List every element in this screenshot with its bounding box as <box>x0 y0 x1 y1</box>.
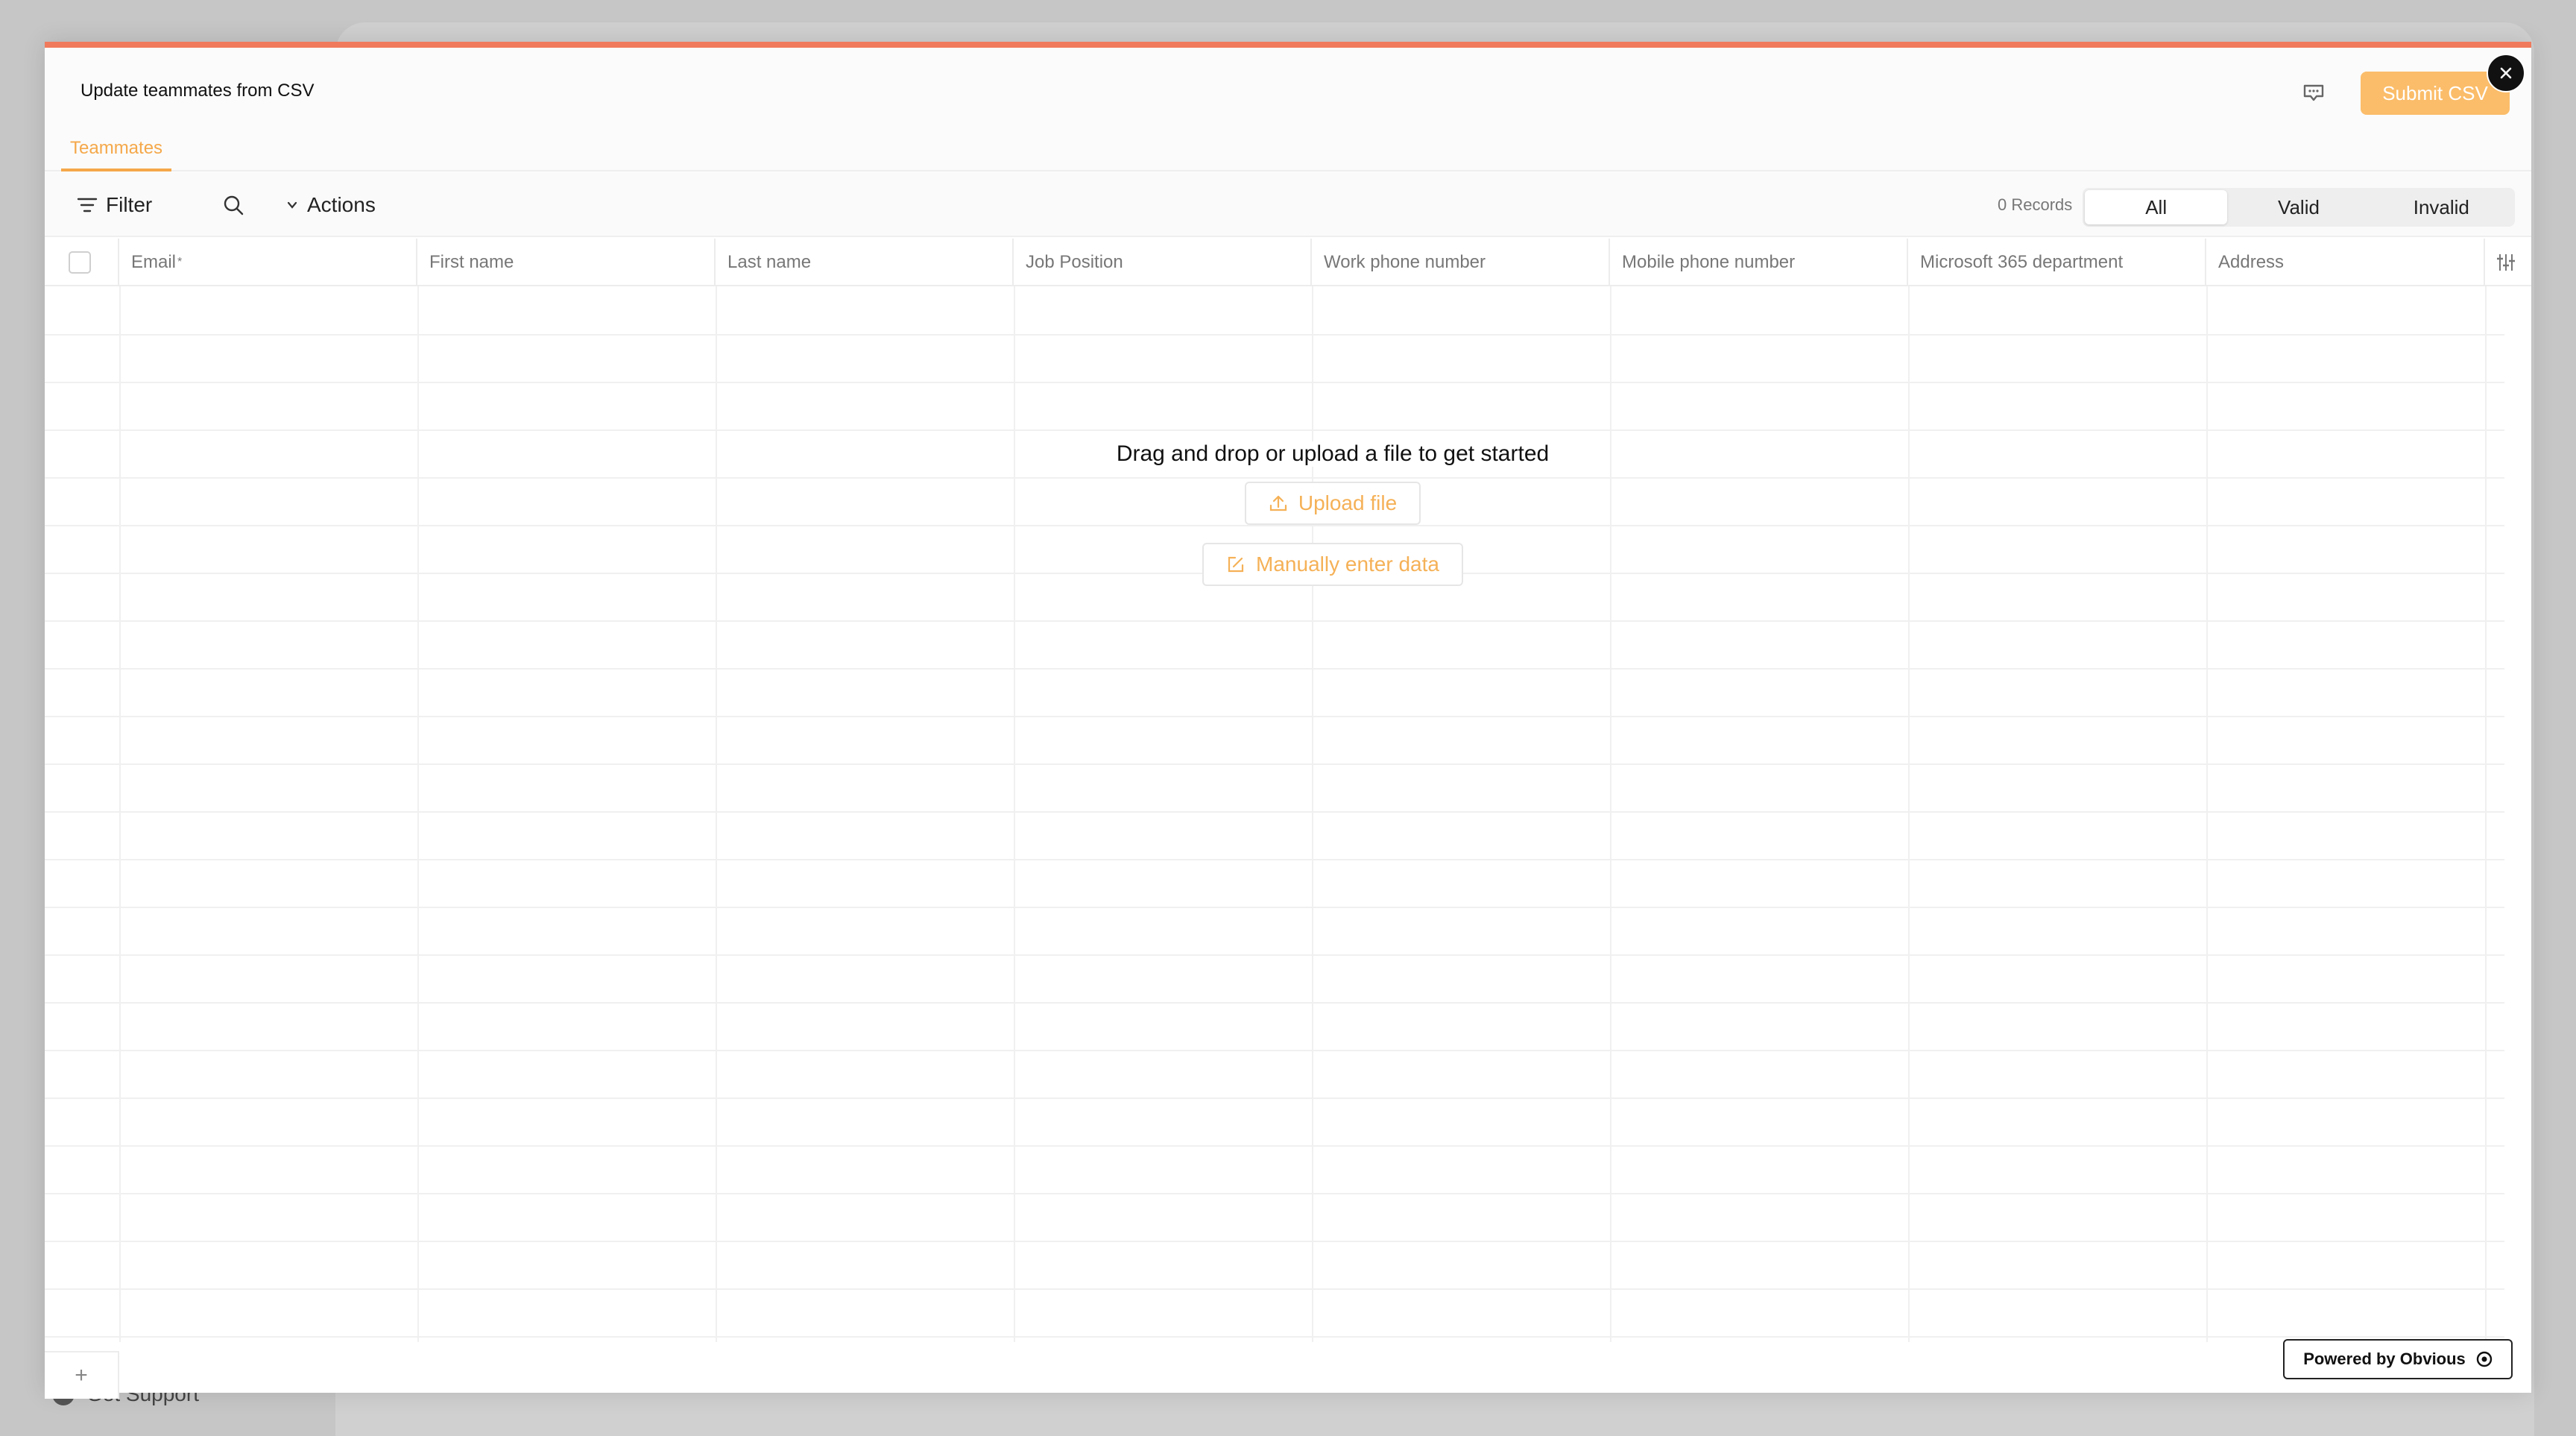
grid-row-divider <box>45 334 2504 336</box>
column-header-email[interactable]: Email * <box>119 239 417 286</box>
upload-icon <box>1269 495 1287 511</box>
upload-file-button[interactable]: Upload file <box>1244 482 1421 525</box>
validity-segmented-control: All Valid Invalid <box>2083 188 2515 227</box>
modal-header: Update teammates from CSV Submit CSV Tea… <box>45 48 2531 174</box>
chevron-down-icon <box>287 201 297 209</box>
search-icon[interactable] <box>222 173 244 237</box>
modal-title: Update teammates from CSV <box>80 81 315 101</box>
grid-row-divider <box>45 620 2504 622</box>
powered-by-label: Powered by Obvious <box>2303 1350 2466 1368</box>
grid-row-divider <box>45 1098 2504 1099</box>
empty-state: Drag and drop or upload a file to get st… <box>1014 441 1652 586</box>
grid-column-divider <box>2485 286 2487 1342</box>
grid-row-divider <box>45 811 2504 813</box>
add-row-button[interactable]: + <box>45 1351 119 1399</box>
grid-column-divider <box>2206 286 2208 1342</box>
data-grid: Email * First name Last name Job Position… <box>45 239 2531 1342</box>
grid-row-divider <box>45 716 2504 717</box>
filter-icon <box>77 198 98 212</box>
grid-row-divider <box>45 1241 2504 1242</box>
upload-file-label: Upload file <box>1298 491 1398 514</box>
tab-bar: Teammates <box>45 130 2531 171</box>
column-header-first-name[interactable]: First name <box>417 239 716 286</box>
actions-label: Actions <box>307 193 376 216</box>
grid-row-divider <box>45 907 2504 908</box>
column-header-work-phone[interactable]: Work phone number <box>1312 239 1610 286</box>
grid-column-divider <box>119 286 121 1342</box>
grid-column-divider <box>1908 286 1910 1342</box>
grid-row-divider <box>45 859 2504 860</box>
filter-label: Filter <box>106 193 153 216</box>
column-header-m365-department[interactable]: Microsoft 365 department <box>1908 239 2206 286</box>
edit-icon <box>1228 556 1244 573</box>
tab-teammates[interactable]: Teammates <box>61 130 172 171</box>
column-label-email: Email <box>131 252 177 272</box>
grid-row-divider <box>45 954 2504 956</box>
empty-state-message: Drag and drop or upload a file to get st… <box>1113 441 1553 467</box>
grid-row-divider <box>45 1336 2504 1338</box>
segment-valid[interactable]: Valid <box>2227 190 2370 224</box>
grid-row-divider <box>45 382 2504 383</box>
close-icon[interactable] <box>2487 54 2525 92</box>
grid-header: Email * First name Last name Job Position… <box>45 239 2531 286</box>
grid-row-divider <box>45 1288 2504 1290</box>
grid-row-divider <box>45 668 2504 670</box>
grid-column-divider <box>417 286 419 1342</box>
obvious-logo-icon <box>2476 1351 2492 1367</box>
column-settings-icon[interactable] <box>2485 239 2531 286</box>
column-header-job-position[interactable]: Job Position <box>1014 239 1312 286</box>
grid-row-divider <box>45 1050 2504 1051</box>
manually-enter-data-button[interactable]: Manually enter data <box>1202 543 1463 586</box>
select-all-cell <box>45 239 119 286</box>
filter-button[interactable]: Filter <box>76 173 152 237</box>
help-icon[interactable] <box>2299 78 2329 107</box>
toolbar: Filter Actions 0 Records All Valid Inval… <box>45 173 2531 237</box>
grid-row-divider <box>45 1002 2504 1004</box>
grid-row-divider <box>45 1193 2504 1194</box>
csv-import-modal: ⌄ Update teammates from CSV Submit CSV T… <box>45 42 2531 1399</box>
manually-enter-data-label: Manually enter data <box>1256 552 1439 576</box>
segment-invalid[interactable]: Invalid <box>2370 190 2513 224</box>
column-header-mobile-phone[interactable]: Mobile phone number <box>1610 239 1908 286</box>
required-marker: * <box>177 256 183 268</box>
column-header-address[interactable]: Address <box>2206 239 2485 286</box>
grid-row-divider <box>45 763 2504 765</box>
segment-all[interactable]: All <box>2085 190 2228 224</box>
select-all-checkbox[interactable] <box>69 251 91 274</box>
powered-by-badge[interactable]: Powered by Obvious <box>2283 1339 2513 1379</box>
column-header-last-name[interactable]: Last name <box>716 239 1014 286</box>
grid-row-divider <box>45 1145 2504 1147</box>
records-count: 0 Records <box>1998 195 2073 214</box>
grid-column-divider <box>716 286 717 1342</box>
grid-row-divider <box>45 429 2504 431</box>
actions-menu[interactable]: Actions <box>285 173 376 237</box>
